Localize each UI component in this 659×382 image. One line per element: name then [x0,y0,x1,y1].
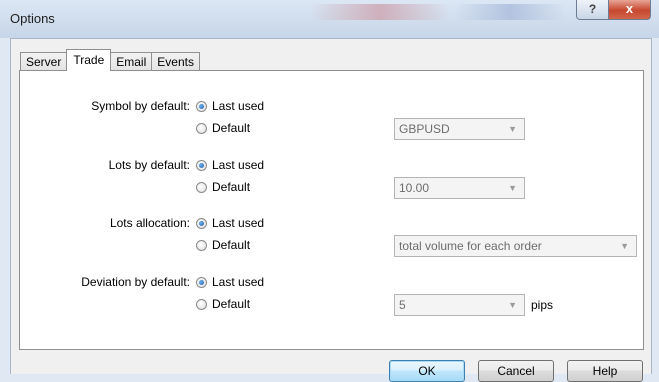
radio-unchecked-icon [196,122,207,134]
symbol-select[interactable]: GBPUSD ▼ [394,118,525,140]
deviation-default-label: Deviation by default: [81,275,190,289]
deviation-default-radio[interactable]: Default [196,297,250,311]
radio-label: Default [212,238,251,252]
chevron-down-icon: ▼ [508,300,517,310]
radio-label: Default [212,121,251,135]
tab-trade[interactable]: Trade [66,49,112,71]
radio-label: Default [212,180,251,194]
title-bar: Options ? x [0,0,659,38]
chevron-down-icon: ▼ [620,241,629,251]
cancel-button[interactable]: Cancel [478,360,554,382]
chevron-down-icon: ▼ [508,124,517,134]
lots-default-label: Lots by default: [108,158,190,172]
window-title: Options [10,11,55,26]
tab-events[interactable]: Events [151,52,200,71]
close-button[interactable]: x [608,0,651,20]
radio-label: Last used [212,158,265,172]
symbol-value: GBPUSD [399,122,450,136]
tab-email[interactable]: Email [110,52,153,71]
question-icon: ? [588,2,597,16]
allocation-value: total volume for each order [399,239,542,253]
help-button[interactable]: Help [567,360,643,382]
radio-unchecked-icon [196,298,207,310]
pips-unit-label: pips [531,298,554,312]
radio-label: Last used [212,275,265,289]
help-caption-button[interactable]: ? [576,0,609,20]
radio-unchecked-icon [196,181,207,193]
close-icon: x [625,1,634,16]
symbol-default-label: Symbol by default: [91,99,190,113]
ok-button[interactable]: OK [389,360,465,382]
lots-last-used-radio[interactable]: Last used [196,158,264,172]
chevron-down-icon: ▼ [508,183,517,193]
lots-select[interactable]: 10.00 ▼ [394,177,525,199]
radio-label: Default [212,297,251,311]
allocation-select[interactable]: total volume for each order ▼ [394,235,637,257]
tab-strip: Server Trade Email Events [20,49,200,71]
lots-default-radio[interactable]: Default [196,180,250,194]
lots-allocation-label: Lots allocation: [109,216,190,230]
trade-tab-panel: Symbol by default: Last used Default GBP… [19,70,644,350]
deviation-last-used-radio[interactable]: Last used [196,275,264,289]
deviation-value: 5 [399,298,406,312]
radio-label: Last used [212,99,265,113]
allocation-default-radio[interactable]: Default [196,238,250,252]
tab-server[interactable]: Server [20,52,68,71]
radio-label: Last used [212,216,265,230]
deviation-select[interactable]: 5 ▼ [394,294,525,316]
lots-value: 10.00 [399,181,430,195]
allocation-last-used-radio[interactable]: Last used [196,216,264,230]
symbol-default-radio[interactable]: Default [196,121,250,135]
dialog-client-area: Server Trade Email Events Symbol by defa… [10,38,652,382]
radio-unchecked-icon [196,239,207,251]
radio-checked-icon [196,276,207,288]
radio-checked-icon [196,159,207,171]
radio-checked-icon [196,217,207,229]
radio-checked-icon [196,100,207,112]
symbol-last-used-radio[interactable]: Last used [196,99,264,113]
